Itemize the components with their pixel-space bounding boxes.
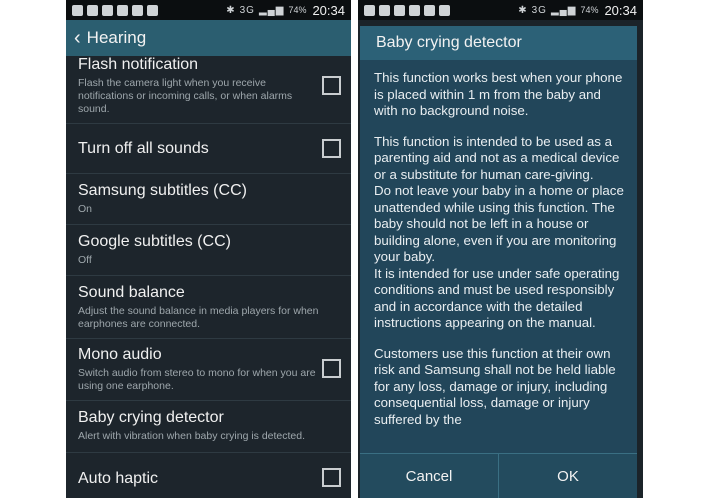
dialog-paragraph: Customers use this function at their own… bbox=[374, 345, 616, 427]
setting-baby-crying-detector[interactable]: Baby crying detector Alert with vibratio… bbox=[66, 401, 351, 453]
chat-icon bbox=[409, 4, 420, 16]
status-bar: ✱ 3G ▂▄▆ 74% 20:34 bbox=[358, 0, 643, 20]
mail-icon bbox=[379, 4, 390, 16]
notification-icons bbox=[364, 4, 450, 16]
gallery-icon bbox=[364, 4, 375, 16]
setting-auto-haptic[interactable]: Auto haptic bbox=[66, 453, 351, 498]
download-icon bbox=[439, 4, 450, 16]
dialog-buttons: Cancel OK bbox=[360, 453, 637, 498]
setting-mono-audio[interactable]: Mono audio Switch audio from stereo to m… bbox=[66, 339, 351, 401]
chat-icon bbox=[117, 4, 128, 16]
dialog-paragraph: Do not leave your baby in a home or plac… bbox=[374, 183, 624, 264]
setting-sound-balance[interactable]: Sound balance Adjust the sound balance i… bbox=[66, 276, 351, 339]
messenger-icon bbox=[102, 4, 113, 16]
baby-crying-dialog-screen: ✱ 3G ▂▄▆ 74% 20:34 Baby crying detector … bbox=[358, 0, 643, 498]
setting-turn-off-all-sounds[interactable]: Turn off all sounds bbox=[66, 124, 351, 174]
facebook-icon bbox=[132, 4, 143, 16]
auto-haptic-checkbox[interactable] bbox=[322, 468, 341, 487]
setting-summary: Off bbox=[78, 254, 92, 266]
dialog-paragraph: It is intended for use under safe operat… bbox=[374, 265, 620, 331]
setting-summary: On bbox=[78, 203, 93, 215]
setting-title: Samsung subtitles (CC) bbox=[78, 182, 247, 199]
ok-button[interactable]: OK bbox=[498, 454, 637, 498]
battery-level: 74% bbox=[288, 5, 307, 15]
setting-title: Flash notification bbox=[78, 56, 199, 73]
download-icon bbox=[147, 4, 158, 16]
setting-title: Mono audio bbox=[78, 346, 162, 363]
setting-flash-notification[interactable]: Flash notification Flash the camera ligh… bbox=[66, 56, 351, 124]
clock: 20:34 bbox=[604, 2, 637, 18]
facebook-icon bbox=[424, 4, 435, 16]
mail-icon bbox=[87, 4, 98, 16]
dialog-body[interactable]: This function works best when your phone… bbox=[374, 70, 627, 452]
hearing-screen: ✱ 3G ▂▄▆ 74% 20:34 ‹ Hearing Flash notif… bbox=[66, 0, 351, 498]
notification-icons bbox=[72, 4, 158, 16]
setting-title: Baby crying detector bbox=[78, 409, 224, 426]
setting-title: Auto haptic bbox=[78, 470, 159, 487]
page-title: Hearing bbox=[86, 28, 147, 47]
setting-title: Sound balance bbox=[78, 284, 185, 301]
setting-summary: Adjust the sound balance in media player… bbox=[78, 305, 319, 330]
signal-icon: ▂▄▆ bbox=[258, 4, 285, 16]
setting-title: Google subtitles (CC) bbox=[78, 233, 231, 250]
network-type: 3G bbox=[239, 4, 255, 16]
setting-summary: Switch audio from stereo to mono for whe… bbox=[78, 367, 316, 392]
setting-google-subtitles[interactable]: Google subtitles (CC) Off bbox=[66, 225, 351, 276]
turn-off-sounds-checkbox[interactable] bbox=[322, 139, 341, 158]
setting-summary: Alert with vibration when baby crying is… bbox=[78, 430, 306, 442]
clock: 20:34 bbox=[312, 2, 345, 18]
dialog-paragraph: This function works best when your phone… bbox=[374, 70, 623, 118]
status-bar: ✱ 3G ▂▄▆ 74% 20:34 bbox=[66, 0, 351, 20]
cancel-button[interactable]: Cancel bbox=[360, 454, 498, 498]
setting-samsung-subtitles[interactable]: Samsung subtitles (CC) On bbox=[66, 174, 351, 225]
dialog: Baby crying detector This function works… bbox=[360, 26, 637, 498]
flash-notification-checkbox[interactable] bbox=[322, 76, 341, 95]
dialog-paragraph: This function is intended to be used as … bbox=[374, 133, 620, 182]
mono-audio-checkbox[interactable] bbox=[322, 359, 341, 378]
bluetooth-icon: ✱ bbox=[226, 4, 236, 16]
gallery-icon bbox=[72, 4, 83, 16]
setting-title: Turn off all sounds bbox=[78, 139, 209, 157]
dialog-title: Baby crying detector bbox=[360, 26, 637, 60]
messenger-icon bbox=[394, 4, 405, 16]
network-type: 3G bbox=[531, 4, 547, 16]
action-bar: ‹ Hearing bbox=[66, 20, 351, 56]
back-arrow-icon[interactable]: ‹ bbox=[74, 27, 81, 50]
bluetooth-icon: ✱ bbox=[518, 4, 528, 16]
setting-summary: Flash the camera light when you receive … bbox=[78, 77, 293, 115]
battery-level: 74% bbox=[580, 5, 599, 15]
settings-list: Flash notification Flash the camera ligh… bbox=[66, 56, 351, 498]
signal-icon: ▂▄▆ bbox=[550, 4, 577, 16]
